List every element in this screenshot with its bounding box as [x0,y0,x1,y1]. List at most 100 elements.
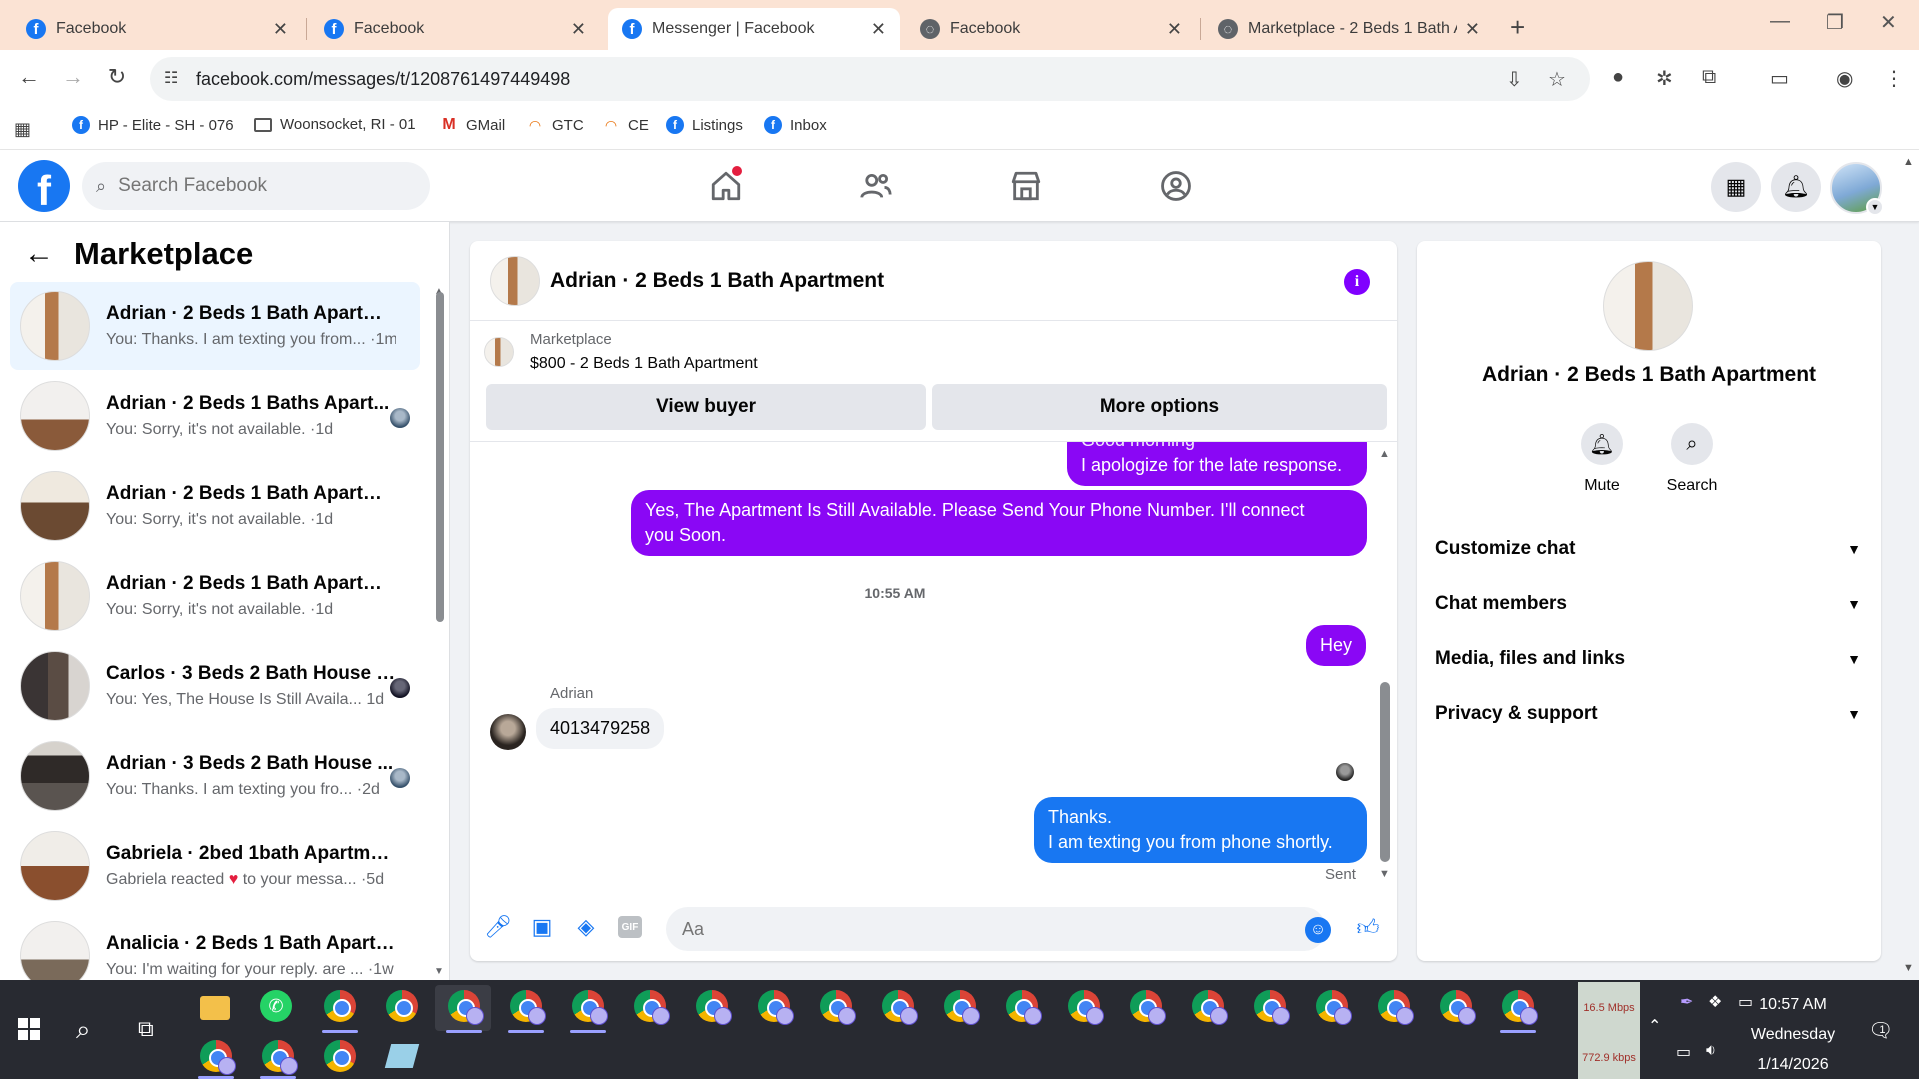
chrome-profile-icon[interactable] [882,990,918,1025]
thumbs-up-icon[interactable]: 👍︎ [1354,913,1382,941]
install-app-icon[interactable]: ⇩ [1506,67,1523,92]
customize-chat-row[interactable]: Customize chat ▼ [1435,526,1865,572]
chrome-icon[interactable] [324,990,356,1022]
chrome-profile-icon[interactable] [1130,990,1166,1025]
chrome-profile-icon[interactable] [1378,990,1414,1025]
chat-scrollbar[interactable] [1380,682,1390,862]
message-input[interactable] [666,907,1326,951]
sender-avatar[interactable] [490,714,526,750]
bookmark-item[interactable]: f Inbox [764,116,827,134]
conversation-item[interactable]: Adrian · 2 Beds 1 Baths Apart... You: Sor… [10,372,420,460]
facebook-logo-icon[interactable]: f [18,160,70,212]
whatsapp-icon[interactable]: ✆ [260,990,292,1022]
mute-button[interactable]: 🔔︎ Mute [1567,423,1637,495]
bookmark-item[interactable]: f HP - Elite - SH - 076 [72,116,234,134]
facebook-search[interactable]: ⌕ [82,162,430,210]
profile-icon[interactable]: ◉ [1836,66,1853,91]
search-icon[interactable]: ⌕ [76,1014,91,1046]
forward-icon[interactable]: → [58,64,88,90]
bookmark-folder[interactable]: Woonsocket, RI - 01 [254,116,416,133]
conversation-item[interactable]: Adrian · 3 Beds 2 Bath House ... You: Tha… [10,732,420,820]
reload-icon[interactable]: ↻ [102,64,132,90]
chat-avatar[interactable] [490,256,540,306]
conversation-item[interactable]: Carlos · 3 Beds 2 Bath House f... You: Ye… [10,642,420,730]
chrome-profile-icon[interactable] [1254,990,1290,1025]
browser-tab-1[interactable]: f Facebook ✕ [12,8,302,50]
system-clock[interactable]: 10:57 AM Wednesday 1/14/2026 [1728,990,1858,1079]
network-icon[interactable]: ▭ [1676,1042,1691,1062]
close-window-icon[interactable]: ✕ [1880,10,1897,35]
browser-tab-2[interactable]: f Facebook ✕ [310,8,600,50]
chrome-profile-icon[interactable] [820,990,856,1025]
chrome-profile-icon[interactable] [634,990,670,1025]
conversation-item[interactable]: Analicia · 2 Beds 1 Bath Apartme... You: … [10,912,420,980]
conversation-item[interactable]: Gabriela · 2bed 1bath Apartmen... Gabriel… [10,822,420,910]
cookie-extension-icon[interactable]: ● [1612,66,1624,89]
page-scroll-down-icon[interactable]: ▼ [1903,962,1914,974]
restore-icon[interactable]: ❐ [1826,10,1844,35]
friends-nav[interactable] [852,164,900,208]
apps-grid-icon[interactable]: ▦ [14,119,31,140]
profile-avatar[interactable]: ▼ [1830,162,1884,216]
conversation-avatar[interactable] [1603,261,1693,351]
bookmark-item[interactable]: M GMail [440,116,505,134]
conversation-item[interactable]: Adrian · 2 Beds 1 Bath Apartment You: Sor… [10,552,420,640]
close-tab-icon[interactable]: ✕ [571,19,586,40]
page-scroll-up-icon[interactable]: ▲ [1903,156,1914,168]
bookmark-item[interactable]: ◠ GTC [526,116,584,134]
browser-tab-5[interactable]: ◌ Marketplace - 2 Beds 1 Bath Ap ✕ [1204,8,1494,50]
chat-members-row[interactable]: Chat members ▼ [1435,581,1865,627]
chrome-profile-icon[interactable] [1068,990,1104,1025]
chrome-profile-icon[interactable] [944,990,980,1025]
browser-tab-3-active[interactable]: f Messenger | Facebook ✕ [608,8,900,50]
scroll-up-arrow-icon[interactable]: ▲ [1379,448,1390,460]
windows-start-icon[interactable] [18,1018,40,1040]
chrome-profile-icon[interactable] [448,990,484,1025]
volume-icon[interactable]: 🔉︎ [1706,1042,1716,1060]
chrome-profile-icon[interactable] [510,990,546,1025]
gif-icon[interactable]: GIF [618,916,642,938]
task-view-icon[interactable]: ⧉ [138,1016,154,1042]
chat-title[interactable]: Adrian · 2 Beds 1 Bath Apartment [550,269,884,293]
groups-nav[interactable] [1152,164,1200,208]
minimize-icon[interactable]: — [1770,10,1790,33]
file-explorer-icon[interactable] [200,996,230,1020]
extension-icon[interactable]: ✲ [1656,66,1673,91]
chrome-profile-icon[interactable] [1502,990,1538,1025]
chrome-profile-icon[interactable] [1440,990,1476,1025]
address-bar[interactable]: ☷ facebook.com/messages/t/12087614974494… [150,57,1590,101]
search-button[interactable]: ⌕ Search [1657,423,1727,495]
scroll-down-arrow-icon[interactable]: ▼ [1379,868,1390,880]
chrome-icon[interactable] [386,990,418,1022]
more-options-button[interactable]: More options [932,384,1387,430]
photo-icon[interactable]: ▣ [528,913,556,941]
dropbox-icon[interactable]: ❖ [1708,992,1722,1012]
close-tab-icon[interactable]: ✕ [871,19,886,40]
tray-expand-icon[interactable]: ⌃ [1648,1016,1661,1036]
chrome-profile-icon[interactable] [1192,990,1228,1025]
view-buyer-button[interactable]: View buyer [486,384,926,430]
scroll-down-arrow-icon[interactable]: ▼ [434,966,444,977]
conversation-item[interactable]: Adrian · 2 Beds 1 Bath Apartmen... You: S… [10,462,420,550]
privacy-support-row[interactable]: Privacy & support ▼ [1435,691,1865,737]
close-tab-icon[interactable]: ✕ [1465,19,1480,40]
bookmark-star-icon[interactable]: ☆ [1548,67,1566,92]
browser-tab-4[interactable]: ◌ Facebook ✕ [906,8,1196,50]
new-tab-icon[interactable]: + [1510,12,1525,43]
info-icon[interactable]: i [1344,269,1370,295]
back-icon[interactable]: ← [14,64,44,90]
extensions-puzzle-icon[interactable]: ⧉ [1702,66,1716,89]
chrome-profile-icon[interactable] [1006,990,1042,1025]
notification-center-icon[interactable]: 🗨︎1 [1868,1018,1900,1043]
chrome-profile-icon[interactable] [696,990,732,1025]
chrome-profile-icon[interactable] [572,990,608,1025]
emoji-icon[interactable]: ☺ [1305,917,1331,943]
pen-icon[interactable]: ✒ [1680,992,1693,1012]
chrome-profile-icon[interactable] [1316,990,1352,1025]
tab-search-icon[interactable]: ▭ [1770,66,1789,91]
chrome-profile-icon[interactable] [262,1040,298,1075]
sticker-icon[interactable]: ◈ [572,913,600,941]
close-tab-icon[interactable]: ✕ [273,19,288,40]
conversation-item[interactable]: Adrian · 2 Beds 1 Bath Apartment You: Tha… [10,282,420,370]
chrome-icon[interactable] [324,1040,356,1072]
